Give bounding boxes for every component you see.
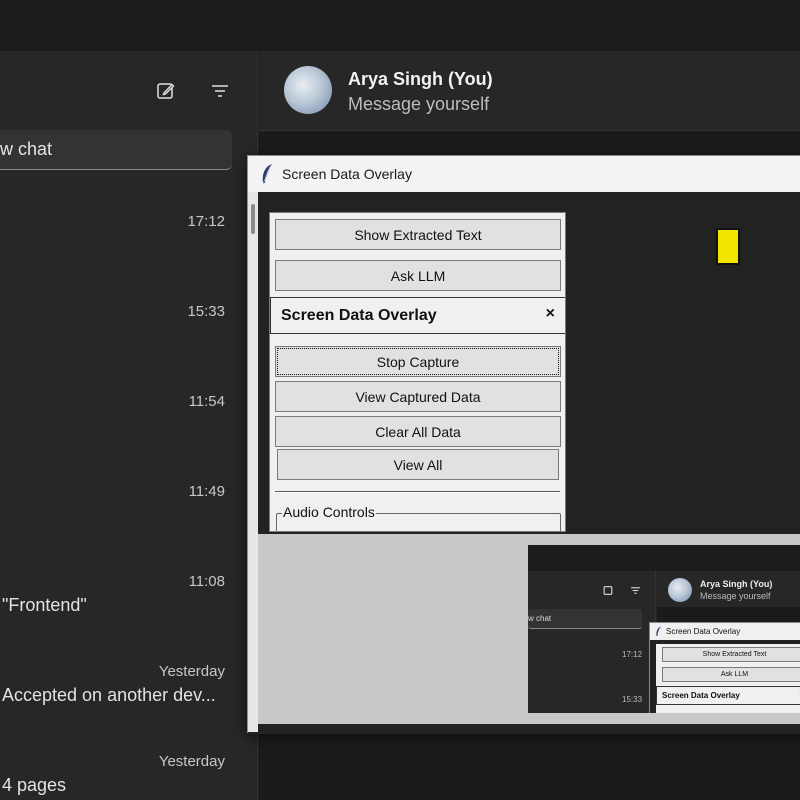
chat-time: 17:12: [187, 213, 225, 230]
thumb-overlay-content: Show Extracted Text Ask LLM Screen Data …: [650, 640, 800, 713]
stop-capture-button[interactable]: Stop Capture: [275, 346, 561, 377]
app-window: w chat 17:12 15:33 11:54 11:49 11:08 "Fr…: [0, 0, 800, 800]
highlight-marker[interactable]: [716, 228, 740, 265]
thumb-contact-name: Arya Singh (You): [700, 579, 773, 589]
new-chat-icon[interactable]: [154, 79, 178, 103]
thumb-overlay-title: Screen Data Overlay: [666, 627, 741, 636]
chat-list-panel: w chat 17:12 15:33 11:54 11:49 11:08 "Fr…: [0, 51, 258, 800]
filter-icon[interactable]: [208, 79, 232, 103]
thumb-search: w chat: [528, 609, 642, 629]
screen-data-overlay-window: Screen Data Overlay Show Extracted Text …: [247, 155, 800, 734]
avatar[interactable]: [284, 66, 332, 114]
control-panel: Show Extracted Text Ask LLM Screen Data …: [269, 212, 566, 532]
scrollbar[interactable]: [248, 192, 258, 732]
filter-icon: [631, 587, 640, 594]
overlay-title: Screen Data Overlay: [282, 166, 412, 182]
new-chat-icon: [603, 586, 613, 595]
contact-subtitle: Message yourself: [348, 94, 490, 114]
capture-thumbnail[interactable]: w chat 17:12 15:33 Arya Singh (You) Mess…: [528, 545, 800, 713]
thumb-overlay-window: Screen Data Overlay Show Extracted Text …: [649, 622, 800, 713]
thumb-title-bar: [528, 545, 800, 571]
show-extracted-text-button[interactable]: Show Extracted Text: [275, 219, 561, 250]
thumb-avatar: [668, 578, 692, 602]
search-text: w chat: [0, 139, 53, 159]
chat-time: 11:54: [188, 393, 225, 410]
feather-icon: [260, 163, 274, 185]
chat-preview[interactable]: Accepted on another dev...: [2, 685, 216, 706]
chat-preview[interactable]: 4 pages: [2, 775, 66, 796]
view-captured-data-button[interactable]: View Captured Data: [275, 381, 561, 412]
thumb-time: 15:33: [622, 695, 643, 704]
search-input[interactable]: w chat: [0, 130, 232, 170]
view-all-button[interactable]: View All: [277, 449, 559, 480]
separator: [275, 491, 560, 493]
scroll-thumb[interactable]: [251, 204, 255, 234]
chat-preview[interactable]: "Frontend": [2, 595, 87, 616]
overlay-content: Show Extracted Text Ask LLM Screen Data …: [248, 192, 800, 734]
thumb-time: 17:12: [622, 650, 643, 659]
title-bar: [0, 0, 800, 51]
thumb-chat-list: w chat 17:12 15:33: [528, 571, 656, 713]
feather-icon: [656, 626, 661, 636]
chat-time: 11:49: [188, 483, 225, 500]
thumb-show-extracted-text-button: Show Extracted Text: [662, 647, 800, 662]
thumb-popup-header: Screen Data Overlay ×: [656, 686, 800, 705]
audio-controls-label: Audio Controls: [282, 504, 376, 520]
overlay-title-bar[interactable]: Screen Data Overlay: [248, 156, 800, 192]
close-icon[interactable]: ×: [546, 305, 555, 323]
capture-preview-area: w chat 17:12 15:33 Arya Singh (You) Mess…: [258, 534, 800, 724]
chat-time: Yesterday: [158, 663, 225, 680]
clear-all-data-button[interactable]: Clear All Data: [275, 416, 561, 447]
popup-title: Screen Data Overlay: [281, 307, 437, 324]
chat-time: 15:33: [187, 303, 225, 320]
thumb-search-text: w chat: [528, 614, 552, 623]
thumb-control-panel: Show Extracted Text Ask LLM Screen Data …: [656, 644, 800, 713]
thumb-ask-llm-button: Ask LLM: [662, 667, 800, 682]
contact-name[interactable]: Arya Singh (You): [348, 69, 493, 90]
ask-llm-button[interactable]: Ask LLM: [275, 260, 561, 291]
chat-time: Yesterday: [158, 753, 225, 770]
thumb-popup-title: Screen Data Overlay: [662, 691, 740, 700]
chat-time: 11:08: [188, 573, 225, 590]
conversation-header: Arya Singh (You) Message yourself: [259, 51, 800, 131]
overlay-popup-header: Screen Data Overlay ×: [270, 297, 565, 334]
thumb-contact-subtitle: Message yourself: [700, 591, 771, 601]
